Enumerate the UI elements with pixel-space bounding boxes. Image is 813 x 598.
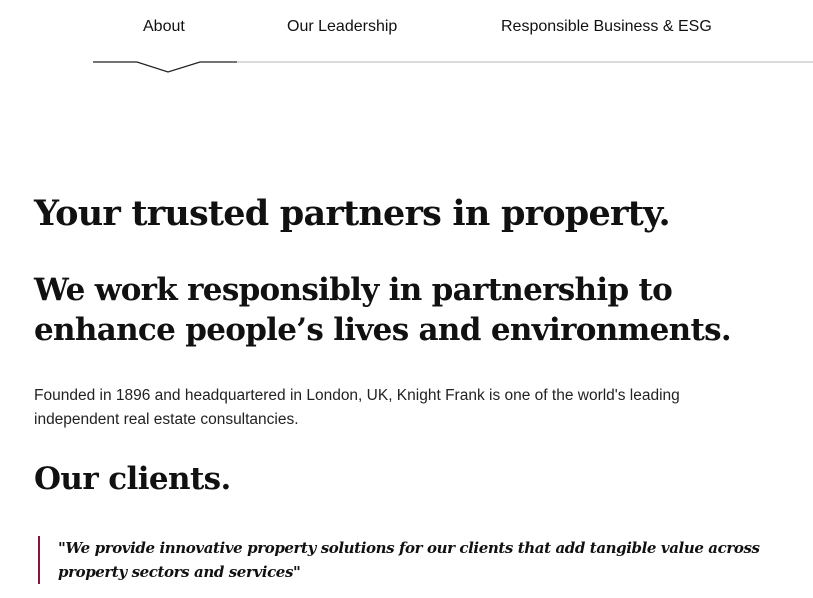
tab-our-leadership[interactable]: Our Leadership <box>287 18 397 36</box>
active-tab-indicator <box>93 61 237 73</box>
client-quote-text: "We provide innovative property solution… <box>58 539 760 581</box>
intro-paragraph: Founded in 1896 and headquartered in Lon… <box>34 387 680 428</box>
tab-about[interactable]: About <box>143 18 185 36</box>
tab-responsible-business-esg[interactable]: Responsible Business & ESG <box>501 18 712 36</box>
clients-heading: Our clients. <box>34 461 231 497</box>
tab-divider <box>93 61 813 73</box>
client-quote: "We provide innovative property solution… <box>38 536 783 584</box>
page-subheadline: We work responsibly in partnership to en… <box>34 272 732 348</box>
section-tabs: About Our Leadership Responsible Busines… <box>0 0 813 80</box>
page-headline: Your trusted partners in property. <box>34 193 671 234</box>
